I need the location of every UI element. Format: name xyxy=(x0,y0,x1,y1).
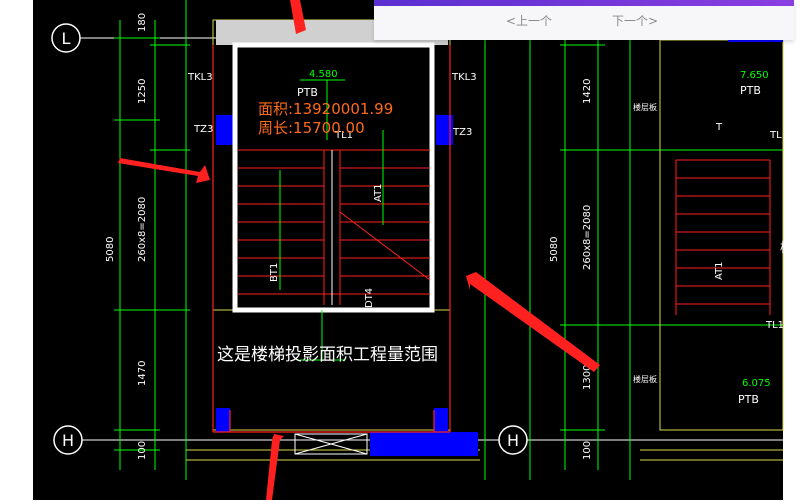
tl-right: TL xyxy=(769,130,782,141)
dim-right-1: 1420 xyxy=(582,79,593,104)
dim-left-3: 1470 xyxy=(137,361,148,386)
dim-left-total: 5080 xyxy=(105,237,116,262)
bt1-label: BT1 xyxy=(269,263,280,282)
svg-text:L: L xyxy=(62,29,71,48)
perimeter-readout: 周长:15700.00 xyxy=(258,119,365,137)
at1-far: AT1 xyxy=(714,261,725,280)
handrail-label-2: 楼层板 xyxy=(633,374,657,384)
elev-right-bottom: 6.075 xyxy=(742,378,771,389)
tkl3-left: TKL3 xyxy=(187,72,213,83)
dim-left-1: 1250 xyxy=(137,79,148,104)
annotation-caption: 这是楼梯投影面积工程量范围 xyxy=(217,345,438,365)
column-bottom xyxy=(370,432,478,456)
cad-drawing: L H H 180 1250 260x8=2080 1470 5080 100 xyxy=(0,0,811,500)
ptb-right: PTB xyxy=(740,84,761,97)
at1-label: AT1 xyxy=(373,183,384,202)
cad-screenshot: L H H 180 1250 260x8=2080 1470 5080 100 xyxy=(0,0,811,500)
dim-right-total: 5080 xyxy=(549,237,560,262)
dim-right-2: 260x8=2080 xyxy=(582,205,593,270)
prev-button[interactable]: <上一个 xyxy=(506,12,552,29)
ptb-right-bottom: PTB xyxy=(738,393,759,406)
elev-left: 4.580 xyxy=(309,69,338,80)
tz3-left: TZ3 xyxy=(193,124,213,135)
elev-right-top: 7.650 xyxy=(740,70,769,81)
stair-cut-label: 楼梯 xyxy=(780,241,806,256)
navigation-popup: <上一个 下一个> xyxy=(374,0,794,40)
popup-header-bar xyxy=(374,0,794,6)
stair-projection-highlight xyxy=(232,42,435,313)
t-mark: T xyxy=(715,122,723,133)
ptb-left: PTB xyxy=(297,86,318,99)
handrail-label-1: 楼层板 xyxy=(633,102,657,112)
area-readout: 面积:13920001.99 xyxy=(258,100,393,118)
dim-left-top: 180 xyxy=(137,13,148,32)
tkl3-right: TKL3 xyxy=(451,72,477,83)
svg-text:H: H xyxy=(62,431,74,450)
tl1-right: TL1 xyxy=(765,320,784,331)
column-bottom-right xyxy=(434,408,448,432)
svg-text:H: H xyxy=(507,431,519,450)
dim-right-bottom: 100 xyxy=(582,441,593,460)
tz3-right: TZ3 xyxy=(452,127,472,138)
next-button[interactable]: 下一个> xyxy=(612,12,658,29)
dt4-label: DT4 xyxy=(364,288,375,308)
column-bottom-left xyxy=(216,408,230,432)
dim-left-2: 260x8=2080 xyxy=(137,197,148,262)
dim-left-bottom: 100 xyxy=(137,441,148,460)
column-tz3-left xyxy=(216,115,233,145)
